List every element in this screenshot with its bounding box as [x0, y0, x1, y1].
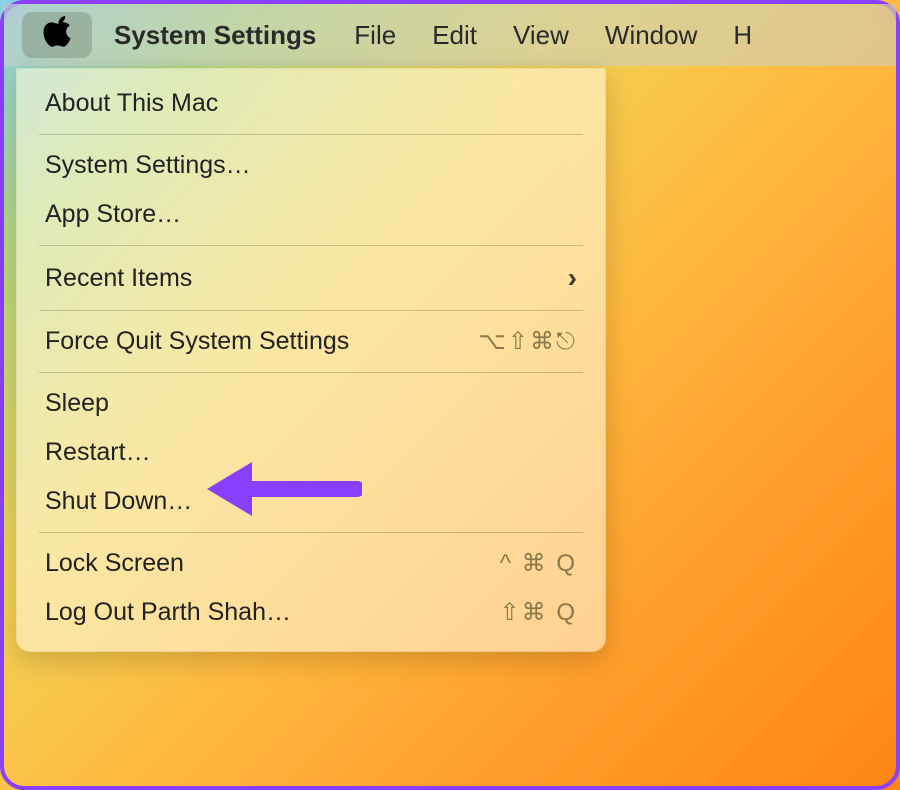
menu-view[interactable]: View — [513, 20, 569, 51]
menu-shutdown[interactable]: Shut Down… — [17, 477, 605, 526]
apple-menu-button[interactable] — [22, 12, 92, 58]
menu-about-mac[interactable]: About This Mac — [17, 79, 605, 128]
menu-item-label: Log Out Parth Shah… — [45, 598, 291, 627]
menu-separator — [39, 532, 583, 533]
menu-help-truncated[interactable]: H — [733, 20, 752, 51]
menu-window[interactable]: Window — [605, 20, 697, 51]
menu-item-label: Sleep — [45, 389, 109, 418]
menu-restart[interactable]: Restart… — [17, 428, 605, 477]
menu-item-label: System Settings… — [45, 151, 251, 180]
menu-separator — [39, 245, 583, 246]
keyboard-shortcut: ⇧⌘ Q — [500, 598, 577, 627]
menu-item-label: Shut Down… — [45, 487, 192, 516]
menu-separator — [39, 134, 583, 135]
apple-icon — [43, 16, 71, 55]
menu-item-label: About This Mac — [45, 89, 218, 118]
menu-separator — [39, 310, 583, 311]
menu-recent-items[interactable]: Recent Items › — [17, 252, 605, 304]
menu-app-store[interactable]: App Store… — [17, 190, 605, 239]
keyboard-shortcut: ⌥⇧⌘⎋ — [478, 327, 577, 356]
menu-file[interactable]: File — [354, 20, 396, 51]
menu-log-out[interactable]: Log Out Parth Shah… ⇧⌘ Q — [17, 588, 605, 637]
menu-lock-screen[interactable]: Lock Screen ^ ⌘ Q — [17, 539, 605, 588]
active-app-name[interactable]: System Settings — [114, 20, 316, 51]
apple-menu-dropdown: About This Mac System Settings… App Stor… — [16, 68, 606, 652]
menu-item-label: Restart… — [45, 438, 151, 467]
menu-separator — [39, 372, 583, 373]
menubar: System Settings File Edit View Window H — [4, 4, 896, 66]
menu-system-settings[interactable]: System Settings… — [17, 141, 605, 190]
menu-sleep[interactable]: Sleep — [17, 379, 605, 428]
menu-item-label: Recent Items — [45, 264, 192, 293]
menu-edit[interactable]: Edit — [432, 20, 477, 51]
keyboard-shortcut: ^ ⌘ Q — [500, 549, 577, 578]
menu-item-label: App Store… — [45, 200, 181, 229]
menu-item-label: Force Quit System Settings — [45, 327, 349, 356]
chevron-right-icon: › — [568, 262, 577, 294]
menu-force-quit[interactable]: Force Quit System Settings ⌥⇧⌘⎋ — [17, 317, 605, 366]
menu-item-label: Lock Screen — [45, 549, 184, 578]
